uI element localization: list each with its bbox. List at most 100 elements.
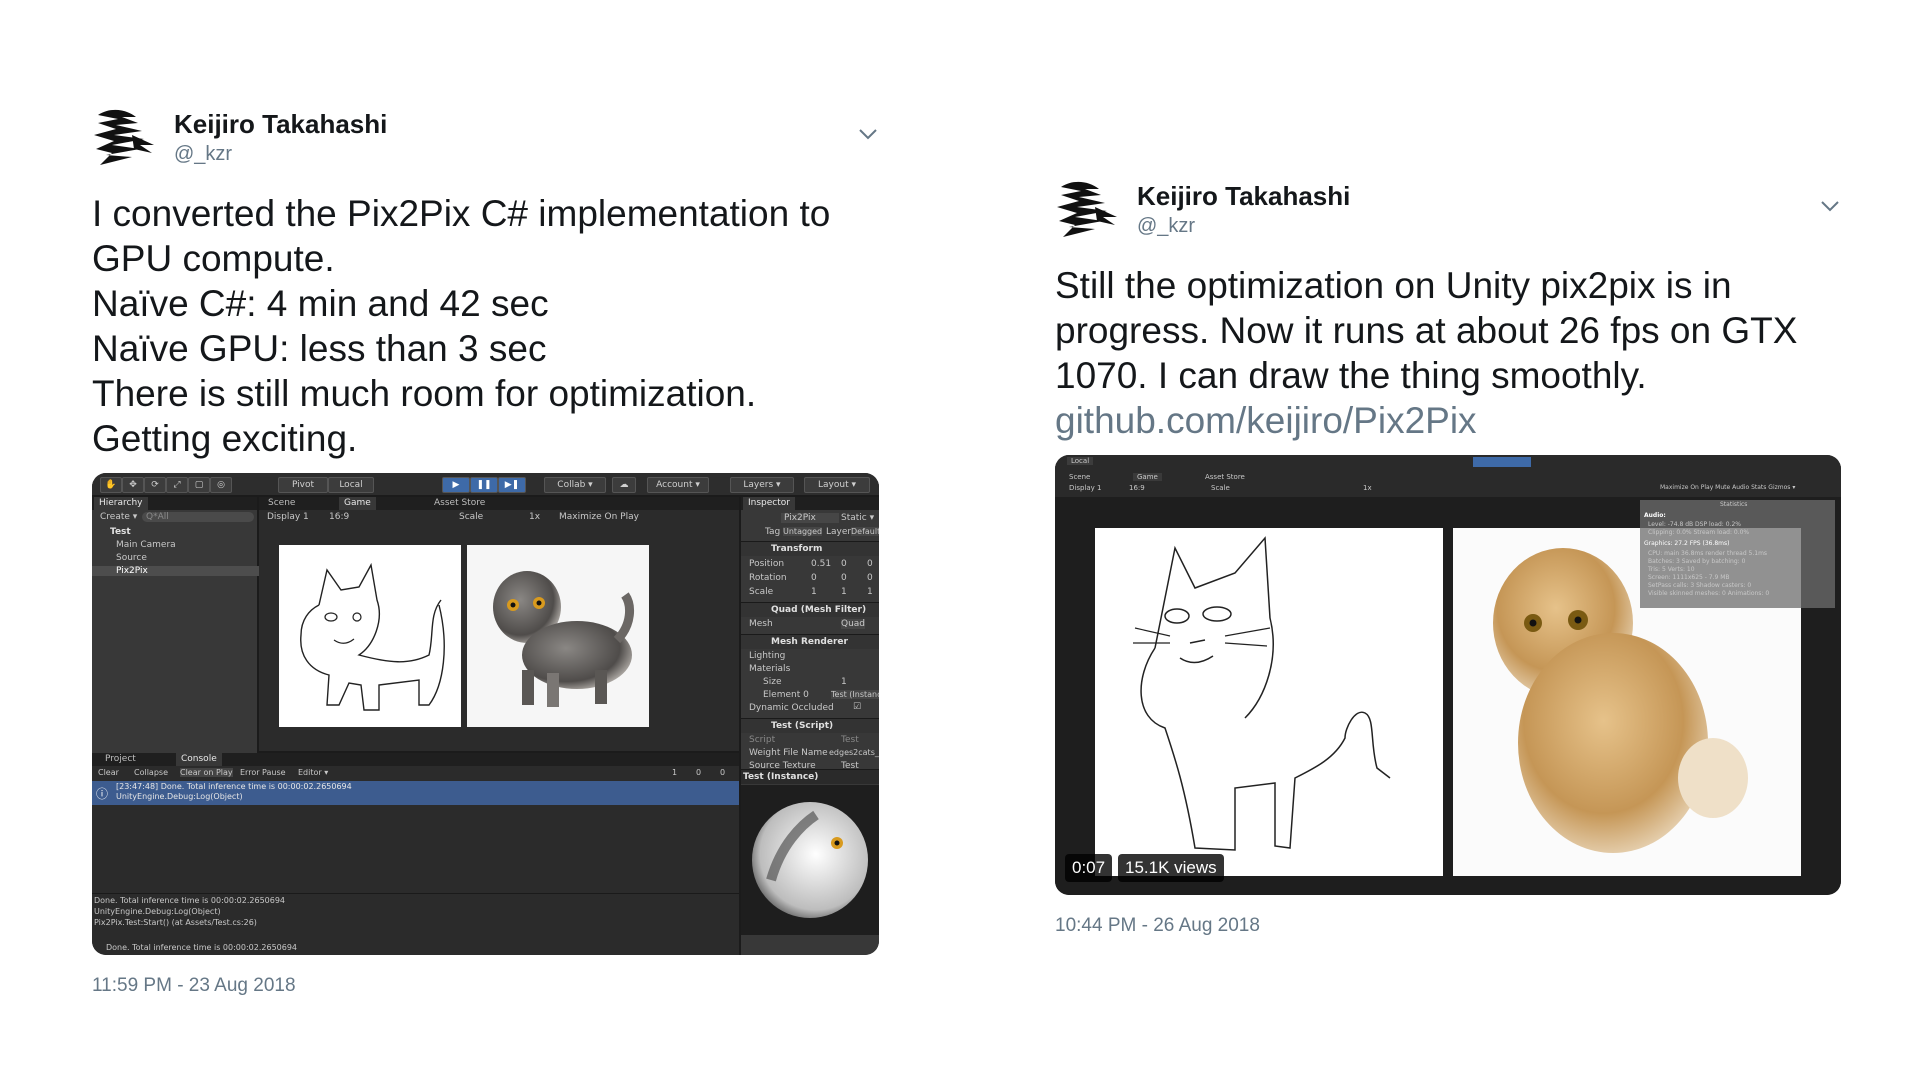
step-button[interactable]: ▶❚ <box>498 477 526 493</box>
chevron-down-icon[interactable] <box>857 127 879 141</box>
tab-scene[interactable]: Scene <box>263 497 300 510</box>
rotation-x[interactable]: 0 <box>811 573 817 583</box>
mesh-renderer-header[interactable]: Mesh Renderer <box>741 634 879 649</box>
error-pause-button[interactable]: Error Pause <box>240 768 286 777</box>
avatar[interactable] <box>92 105 156 169</box>
layout-dropdown[interactable]: Layout ▾ <box>804 477 870 493</box>
console-entry-line: [23:47:48] Done. Total inference time is… <box>116 782 352 791</box>
tab-hierarchy[interactable]: Hierarchy <box>94 497 148 510</box>
author-handle[interactable]: @_kzr <box>1137 215 1195 238</box>
tab-asset-store[interactable]: Asset Store <box>429 497 490 510</box>
avatar[interactable] <box>1055 177 1119 241</box>
author-handle[interactable]: @_kzr <box>174 143 232 166</box>
mesh-filter-header[interactable]: Quad (Mesh Filter) <box>741 602 879 617</box>
hierarchy-item-selected[interactable]: Pix2Pix <box>92 566 277 576</box>
weight-label: Weight File Name <box>749 748 828 758</box>
scale-y[interactable]: 1 <box>841 587 847 597</box>
preview-header[interactable]: Test (Instance) <box>741 769 879 784</box>
tweet-media-unity-editor[interactable]: ✋ ✥ ⟳ ⤢ ▢ ◎ Pivot Local ▶ ❚❚ ▶❚ Collab ▾… <box>92 473 879 955</box>
account-dropdown[interactable]: Account ▾ <box>647 477 709 493</box>
transform-tool-icon[interactable]: ◎ <box>210 477 232 493</box>
info-count[interactable]: 1 <box>672 768 677 777</box>
lighting-foldout[interactable]: Lighting <box>749 651 785 661</box>
static-toggle[interactable]: Static ▾ <box>841 513 874 523</box>
error-count[interactable]: 0 <box>720 768 725 777</box>
warning-count[interactable]: 0 <box>696 768 701 777</box>
scene-root[interactable]: Test <box>110 527 131 537</box>
editor-dropdown[interactable]: Editor ▾ <box>298 768 328 777</box>
author-name[interactable]: Keijiro Takahashi <box>174 109 387 140</box>
tweet-timestamp[interactable]: 11:59 PM - 23 Aug 2018 <box>92 975 879 997</box>
object-name-field[interactable]: Pix2Pix <box>781 513 839 523</box>
weight-field[interactable]: edges2cats_AtoB.pi <box>829 748 879 757</box>
tag-dropdown[interactable]: Untagged <box>783 527 823 536</box>
sketch-input-canvas[interactable] <box>1095 528 1443 876</box>
sphere-preview-image <box>752 802 868 918</box>
generated-cat-image <box>493 571 634 707</box>
chevron-down-icon[interactable] <box>1819 199 1841 213</box>
mesh-field[interactable]: Quad <box>841 619 866 629</box>
play-controls[interactable] <box>1473 457 1531 467</box>
scale-x[interactable]: 1 <box>811 587 817 597</box>
aspect-dropdown[interactable]: 16:9 <box>1129 484 1145 492</box>
position-z[interactable]: 0 <box>867 559 873 569</box>
tab-console[interactable]: Console <box>176 753 222 766</box>
maximize-toggle[interactable]: Maximize On Play <box>559 512 639 522</box>
element-field[interactable]: Test (Instance) <box>831 690 879 699</box>
tab-project[interactable]: Project <box>100 753 141 766</box>
transform-header[interactable]: Transform <box>741 541 879 556</box>
local-toggle[interactable]: Local <box>1067 457 1094 465</box>
tab-asset-store[interactable]: Asset Store <box>1205 473 1245 481</box>
clear-on-play-button[interactable]: Clear on Play <box>180 768 233 777</box>
position-x[interactable]: 0.51 <box>811 559 831 569</box>
pause-button[interactable]: ❚❚ <box>470 477 498 493</box>
rect-tool-icon[interactable]: ▢ <box>188 477 210 493</box>
sketch-input-canvas[interactable] <box>279 545 461 727</box>
tab-scene[interactable]: Scene <box>1069 473 1090 481</box>
game-view-options[interactable]: Maximize On Play Mute Audio Stats Gizmos… <box>1660 484 1795 491</box>
scale-label: Scale <box>459 512 484 522</box>
layers-dropdown[interactable]: Layers ▾ <box>730 477 794 493</box>
stats-graphics-heading: Graphics: 27.2 FPS (36.8ms) <box>1644 540 1730 547</box>
tab-game[interactable]: Game <box>339 497 376 510</box>
play-button[interactable]: ▶ <box>442 477 470 493</box>
cloud-icon[interactable]: ☁ <box>612 477 636 493</box>
collab-dropdown[interactable]: Collab ▾ <box>544 477 606 493</box>
scale-value[interactable]: 1x <box>1363 484 1372 492</box>
rotate-tool-icon[interactable]: ⟳ <box>144 477 166 493</box>
scale-value[interactable]: 1x <box>529 512 540 522</box>
materials-foldout[interactable]: Materials <box>749 664 790 674</box>
script-header[interactable]: Test (Script) <box>741 718 879 733</box>
author-name[interactable]: Keijiro Takahashi <box>1137 181 1350 212</box>
hand-tool-icon[interactable]: ✋ <box>100 477 122 493</box>
hierarchy-item[interactable]: Main Camera <box>116 540 176 550</box>
github-link[interactable]: github.com/keijiro/Pix2Pix <box>1055 398 1841 443</box>
aspect-dropdown[interactable]: 16:9 <box>329 512 349 522</box>
console-entry-selected[interactable]: ⓘ [23:47:48] Done. Total inference time … <box>92 781 739 805</box>
hierarchy-item[interactable]: Source <box>116 553 147 563</box>
scale-tool-icon[interactable]: ⤢ <box>166 477 188 493</box>
rotation-y[interactable]: 0 <box>841 573 847 583</box>
tweet-media-video[interactable]: Local Scene Game Asset Store Display 1 1… <box>1055 455 1841 895</box>
detail-line: Done. Total inference time is 00:00:02.2… <box>94 896 286 905</box>
position-y[interactable]: 0 <box>841 559 847 569</box>
stats-title: Statistics <box>1720 501 1748 508</box>
pivot-toggle[interactable]: Pivot <box>278 477 328 493</box>
tab-inspector[interactable]: Inspector <box>743 497 795 510</box>
collapse-button[interactable]: Collapse <box>134 768 168 777</box>
tweet-timestamp[interactable]: 10:44 PM - 26 Aug 2018 <box>1055 915 1841 937</box>
create-dropdown[interactable]: Create ▾ <box>100 512 137 522</box>
display-dropdown[interactable]: Display 1 <box>267 512 309 522</box>
size-label: Size <box>763 677 782 687</box>
scale-z[interactable]: 1 <box>867 587 873 597</box>
layer-dropdown[interactable]: Default <box>851 527 879 536</box>
occluded-checkbox[interactable]: ☑ <box>853 702 861 712</box>
size-field[interactable]: 1 <box>841 677 847 687</box>
local-toggle[interactable]: Local <box>328 477 374 493</box>
hierarchy-search[interactable]: Q*All <box>142 512 254 522</box>
tab-game[interactable]: Game <box>1133 473 1162 481</box>
clear-button[interactable]: Clear <box>98 768 119 777</box>
display-dropdown[interactable]: Display 1 <box>1069 484 1101 492</box>
move-tool-icon[interactable]: ✥ <box>122 477 144 493</box>
rotation-z[interactable]: 0 <box>867 573 873 583</box>
